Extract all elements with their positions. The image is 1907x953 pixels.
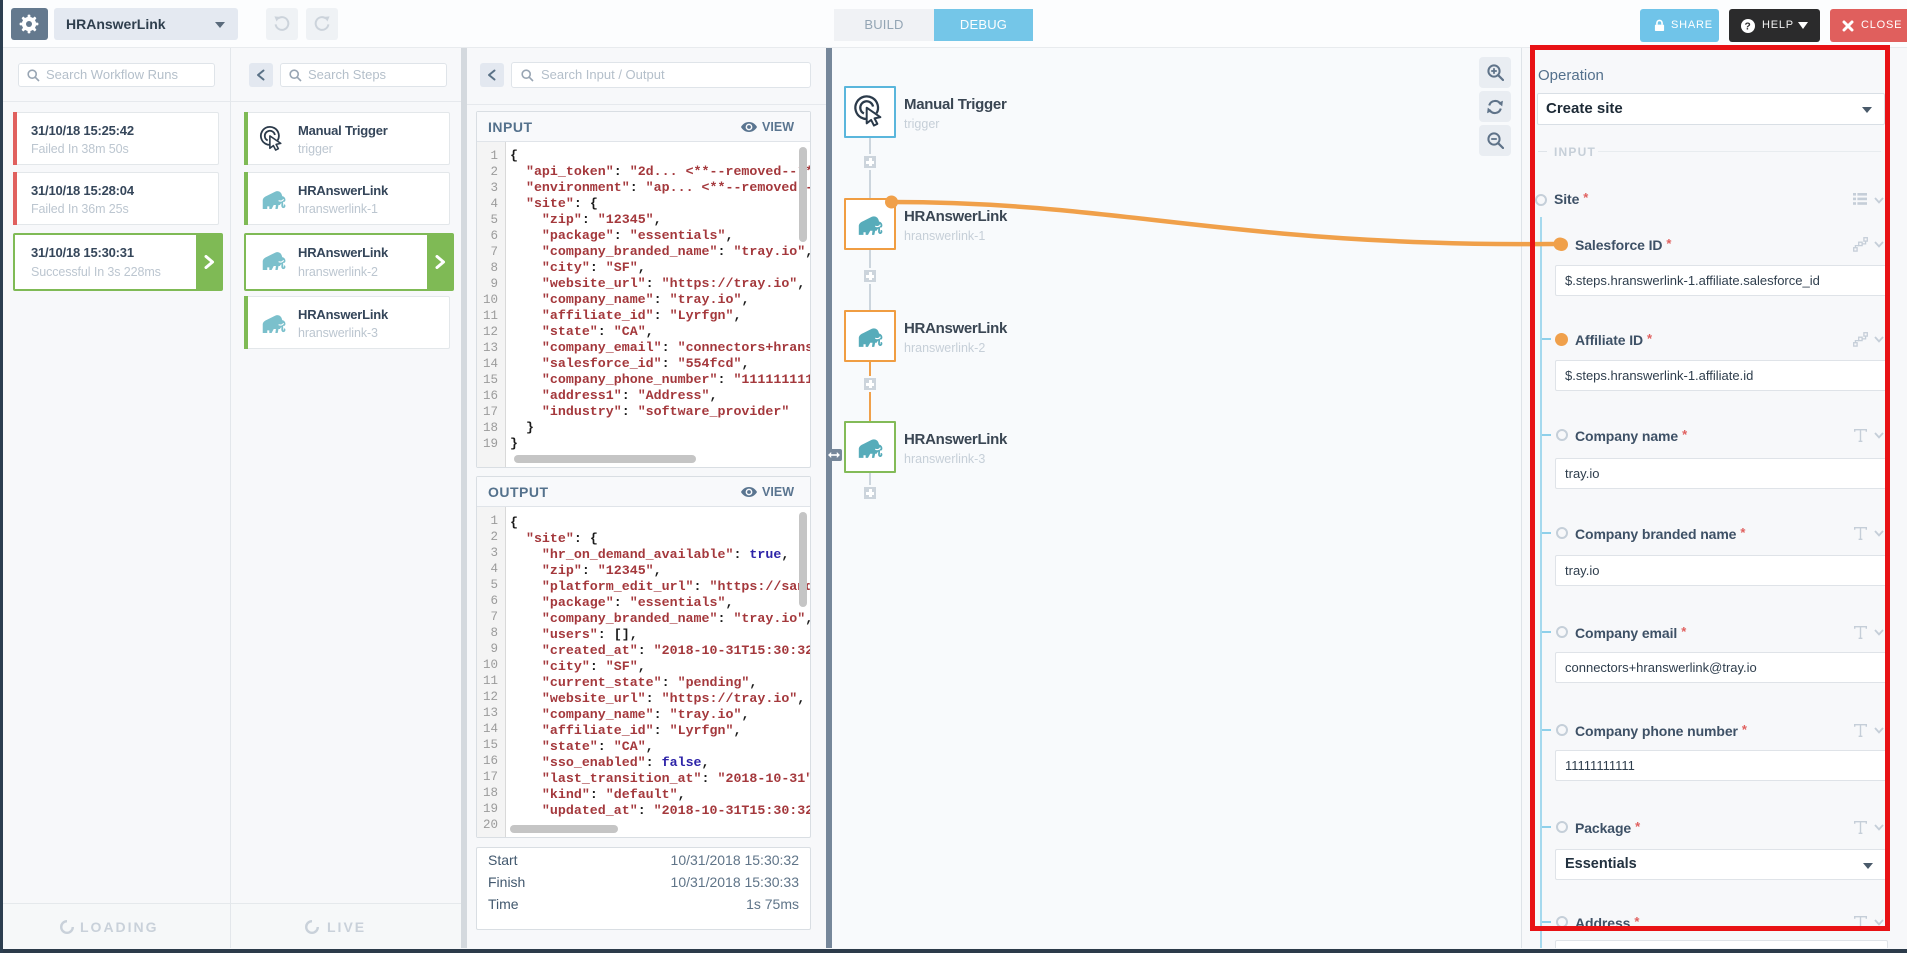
svg-text:?: ? [1744,22,1751,33]
